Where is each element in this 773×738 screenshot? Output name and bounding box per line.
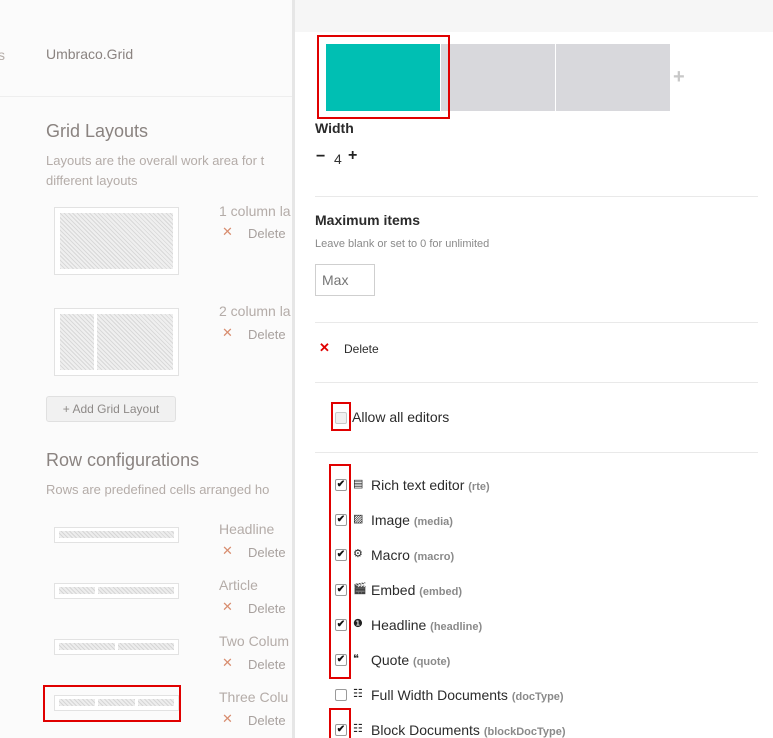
rich-text-icon: ▤ [353, 478, 364, 490]
panel-header [295, 0, 773, 32]
editor-label: Full Width Documents (docType) [371, 687, 564, 703]
increase-width-button[interactable]: + [348, 147, 357, 165]
delete-link[interactable]: Delete [248, 657, 286, 672]
editor-name: Umbraco.Grid [46, 46, 134, 62]
grid-icon: ☷ [353, 688, 363, 700]
layout-thumbnail[interactable] [54, 308, 179, 376]
width-value: 4 [334, 151, 342, 167]
editor-name: Macro [371, 547, 410, 563]
cell[interactable] [556, 44, 670, 111]
row-thumbnail[interactable] [54, 583, 179, 599]
editor-name: Quote [371, 652, 410, 668]
editor-name: Image [371, 512, 410, 528]
grid-layouts-description: Layouts are the overall work area for t [46, 153, 265, 168]
allow-all-editors-label: Allow all editors [352, 409, 450, 425]
editor-label: Headline (headline) [371, 617, 482, 633]
row-config-description: Rows are predefined cells arranged ho [46, 482, 270, 497]
width-label: Width [315, 120, 354, 136]
delete-icon[interactable]: ✕ [222, 224, 233, 240]
film-icon: 🎬 [353, 583, 367, 595]
editor-name: Rich text editor [371, 477, 465, 493]
editor-alias: (media) [413, 516, 453, 528]
layout-label[interactable]: 2 column la [219, 303, 291, 319]
editor-alias: (embed) [419, 586, 463, 598]
quote-icon: ❝ [353, 653, 359, 665]
editor-alias: (macro) [413, 551, 455, 563]
delete-link[interactable]: Delete [248, 327, 286, 342]
add-grid-layout-label: Add Grid Layout [72, 402, 160, 416]
highlight-box [329, 708, 351, 738]
decrease-width-button[interactable]: − [316, 148, 325, 166]
cell[interactable] [441, 44, 555, 111]
delete-link[interactable]: Delete [248, 601, 286, 616]
plus-icon: + [62, 402, 70, 416]
delete-icon[interactable]: ✕ [222, 325, 233, 341]
row-thumbnail[interactable] [54, 527, 179, 543]
editor-checkbox[interactable] [335, 689, 347, 701]
highlight-box [43, 685, 181, 722]
editor-label: Block Documents (blockDocType) [371, 722, 566, 738]
delete-icon[interactable]: ✕ [319, 340, 330, 356]
row-thumbnail[interactable] [54, 639, 179, 655]
row-config-title: Row configurations [46, 450, 200, 470]
row-label[interactable]: Article [219, 577, 258, 593]
delete-link[interactable]: Delete [248, 226, 286, 241]
editor-name: Headline [371, 617, 427, 633]
editor-alias: (quote) [413, 656, 451, 668]
editor-label: Quote (quote) [371, 652, 450, 668]
editor-alias: (blockDocType) [483, 726, 566, 738]
delete-link[interactable]: Delete [248, 713, 286, 728]
row-label[interactable]: Headline [219, 521, 274, 537]
headline-icon: ❶ [353, 618, 363, 630]
highlight-box [331, 402, 351, 431]
delete-link[interactable]: Delete [248, 545, 286, 560]
delete-icon[interactable]: ✕ [222, 543, 233, 559]
layout-thumbnail[interactable] [54, 207, 179, 275]
layout-label[interactable]: 1 column la [219, 203, 291, 219]
editor-label: Rich text editor (rte) [371, 477, 490, 493]
max-items-input[interactable] [315, 264, 375, 296]
highlight-box [329, 464, 351, 679]
editor-alias: (docType) [511, 691, 564, 703]
row-label[interactable]: Two Colum [219, 633, 289, 649]
editor-alias: (rte) [468, 481, 490, 493]
row-prefix: s [0, 47, 5, 63]
image-icon: ▨ [353, 513, 364, 525]
editor-alias: (headline) [430, 621, 483, 633]
background-page: s Umbraco.Grid Grid Layouts Layouts are … [0, 0, 292, 738]
add-cell-icon[interactable]: + [673, 66, 685, 89]
grid-icon: ☷ [353, 723, 363, 735]
editor-name: Embed [371, 582, 416, 598]
editor-label: Image (media) [371, 512, 453, 528]
add-grid-layout-button[interactable]: + Add Grid Layout [46, 396, 176, 422]
grid-layouts-description-2: different layouts [46, 173, 138, 188]
cell-editor-panel: + Width − 4 + Maximum items Leave blank … [292, 0, 773, 738]
delete-icon[interactable]: ✕ [222, 599, 233, 615]
delete-cell-button[interactable]: Delete [344, 342, 379, 356]
editor-name: Block Documents [371, 722, 480, 738]
delete-icon[interactable]: ✕ [222, 655, 233, 671]
row-label[interactable]: Three Colu [219, 689, 288, 705]
editor-name: Full Width Documents [371, 687, 508, 703]
grid-layouts-title: Grid Layouts [46, 121, 149, 141]
max-items-hint: Leave blank or set to 0 for unlimited [315, 238, 490, 250]
editor-label: Embed (embed) [371, 582, 462, 598]
max-items-label: Maximum items [315, 212, 421, 228]
editor-label: Macro (macro) [371, 547, 454, 563]
cogs-icon: ⚙ [353, 548, 363, 560]
delete-icon[interactable]: ✕ [222, 711, 233, 727]
highlight-box [317, 35, 450, 119]
